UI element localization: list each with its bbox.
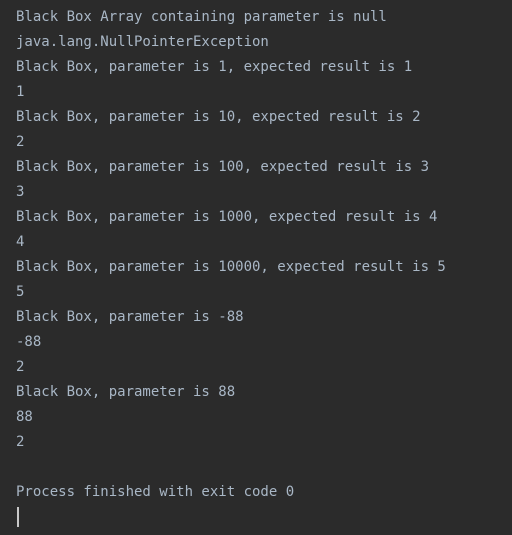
console-line: Black Box Array containing parameter is … [16,9,387,25]
console-line: -88 [16,334,42,350]
console-line: Black Box, parameter is 100, expected re… [16,159,430,175]
console-line: 88 [16,409,33,425]
process-exit-message: Process finished with exit code 0 [16,484,295,500]
console-line: Black Box, parameter is 1, expected resu… [16,59,413,75]
input-caret[interactable] [17,507,19,527]
console-line: 2 [16,434,25,450]
console-line: Black Box, parameter is 10000, expected … [16,259,446,275]
console-line: 2 [16,134,25,150]
console-line: 1 [16,84,25,100]
console-line: java.lang.NullPointerException [16,34,269,50]
console-line: 4 [16,234,25,250]
console-line: 3 [16,184,25,200]
run-console-output[interactable]: Black Box Array containing parameter is … [0,0,512,535]
console-line: Black Box, parameter is -88 [16,309,244,325]
console-line: Black Box, parameter is 88 [16,384,236,400]
console-line: Black Box, parameter is 10, expected res… [16,109,421,125]
console-line: Black Box, parameter is 1000, expected r… [16,209,438,225]
console-line: 5 [16,284,25,300]
console-line: 2 [16,359,25,375]
